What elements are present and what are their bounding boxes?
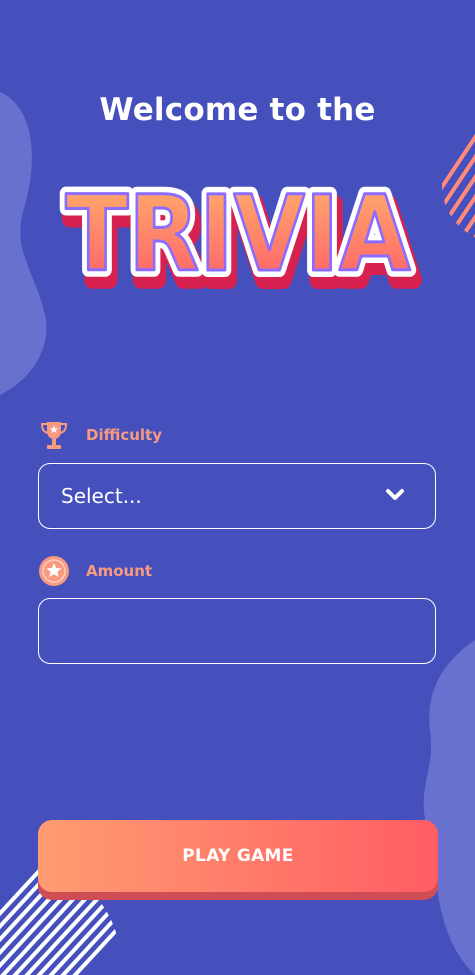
right-blob-shape: [423, 640, 475, 975]
difficulty-select-value: Select...: [61, 484, 142, 508]
trivia-logo: TRIVIA TRIVIA TRIVIA: [59, 166, 424, 310]
difficulty-label: Difficulty: [86, 426, 162, 444]
difficulty-label-row: Difficulty: [38, 418, 162, 452]
play-game-button[interactable]: PLAY GAME: [38, 820, 438, 892]
chevron-down-icon: [385, 487, 405, 506]
welcome-heading: Welcome to the: [99, 92, 376, 128]
amount-label: Amount: [86, 562, 153, 580]
amount-field-box: [38, 598, 436, 664]
trophy-icon: [38, 419, 70, 451]
difficulty-select[interactable]: Select...: [38, 463, 436, 529]
amount-label-row: Amount: [38, 554, 152, 588]
svg-text:TRIVIA: TRIVIA: [66, 173, 411, 295]
star-badge-icon: [38, 555, 70, 587]
amount-input[interactable]: [39, 599, 435, 663]
